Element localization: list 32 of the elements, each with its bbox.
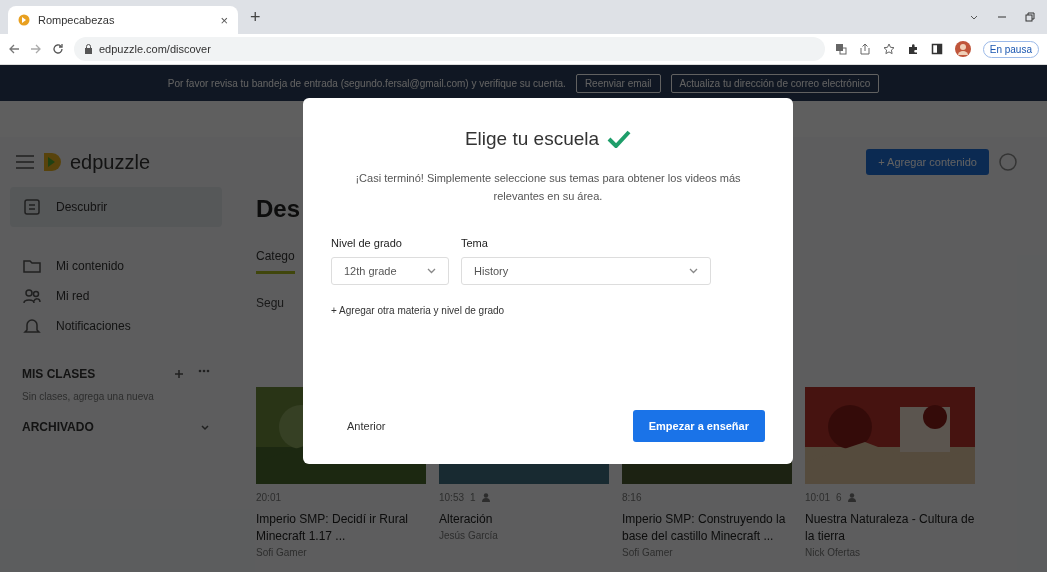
sidebar-item[interactable]: Notificaciones — [10, 311, 222, 341]
dialog-title: Elige tu escuela — [464, 128, 600, 150]
logo-text: edpuzzle — [70, 150, 151, 174]
tab-title: Rompecabezas — [38, 14, 116, 26]
category-tab[interactable]: Catego — [256, 241, 295, 274]
section-title: MIS CLASES — [22, 367, 96, 381]
field-label: Tema — [461, 237, 489, 250]
back-button[interactable]: Anterior — [341, 419, 392, 433]
video-title[interactable]: Alteración — [439, 511, 609, 528]
new-tab-button[interactable]: + — [244, 6, 267, 28]
banner-message: Por favor revisa tu bandeja de entrada (segundo.fersal@gmail.com) y verifique su cuenta. — [167, 77, 566, 89]
grade-select[interactable]: 12th grade — [331, 257, 449, 286]
section-title: ARCHIVADO — [22, 420, 94, 434]
close-tab-button[interactable]: × — [220, 12, 228, 28]
address-bar[interactable]: edpuzzle.com/discover — [74, 37, 825, 61]
start-button[interactable]: Empezar a enseñar — [632, 410, 765, 442]
filter-link[interactable]: Segu — [256, 296, 285, 310]
browser-tab[interactable]: Rompecabezas × — [8, 6, 238, 34]
banner-button[interactable]: Reenviar email — [575, 73, 661, 93]
add-content-button[interactable]: + Agregar contenido — [866, 149, 989, 175]
video-title[interactable]: Imperio SMP: Construyendo la base del castillo Minecraft ... — [622, 511, 792, 545]
dialog-description: ¡Casi terminó! Simplemente seleccione sus temas para obtener los videos más relevantes en su área. — [354, 171, 742, 204]
field-label: Nivel de grado — [331, 237, 403, 250]
subject-select[interactable]: History — [461, 257, 711, 286]
page-heading: Des — [256, 195, 301, 223]
video-title[interactable]: Nuestra Naturaleza - Cultura de la tierra — [805, 511, 975, 545]
banner-button[interactable]: Actualiza tu dirección de correo electrónico — [670, 73, 880, 93]
video-title[interactable]: Imperio SMP: Decidí ir Rural Minecraft 1.17 ... — [256, 511, 426, 545]
sidebar-item[interactable]: Descubrir — [10, 187, 222, 227]
sidebar-item[interactable]: Mi contenido — [10, 251, 222, 281]
sidebar-item[interactable]: Mi red — [10, 281, 222, 311]
add-subject-link[interactable]: + Agregar otra materia y nivel de grado — [331, 305, 765, 317]
